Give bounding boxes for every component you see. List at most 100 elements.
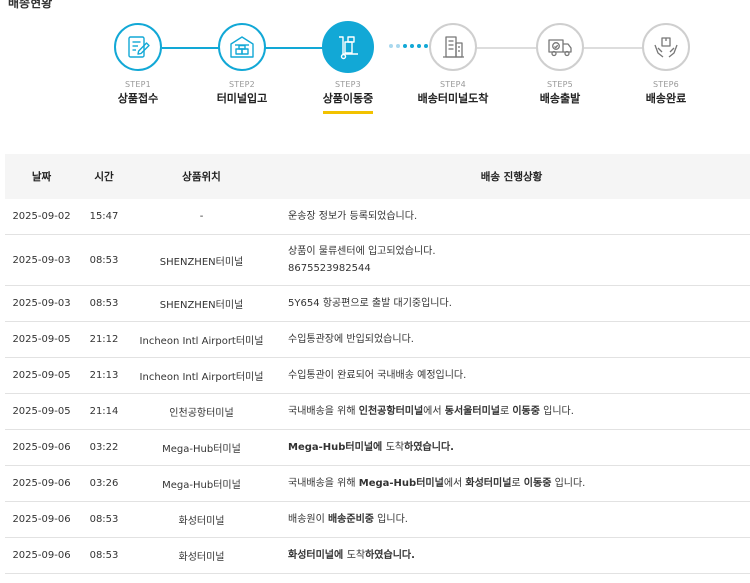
step-2-circle <box>218 23 266 71</box>
row-time: 15:47 <box>78 199 130 235</box>
row-time: 21:14 <box>78 393 130 430</box>
table-row: 2025-09-03 08:53 SHENZHEN터미널 상품이 물류센터에 입고되었… <box>5 234 750 286</box>
step-5: STEP5 배송출발 <box>510 23 610 106</box>
row-time: 08:53 <box>78 501 130 538</box>
step-6-circle <box>642 23 690 71</box>
row-time: 08:53 <box>78 285 130 322</box>
status-text-part: 배송원이 <box>288 514 328 525</box>
row-location: Mega-Hub터미널 <box>130 429 273 466</box>
step-2: STEP2 터미널입고 <box>192 23 292 106</box>
status-text-part: 입니다. <box>551 478 586 489</box>
row-status: 화성터미널에 도착하였습니다. <box>273 537 750 574</box>
row-date: 2025-09-03 <box>5 234 78 286</box>
header-date: 날짜 <box>5 154 78 199</box>
tracking-rows: 2025-09-02 15:47- 운송장 정보가 등록되었습니다. 2025-09-… <box>5 199 750 574</box>
header-location: 상품위치 <box>130 154 273 199</box>
document-pen-icon <box>128 36 150 58</box>
row-location: SHENZHEN터미널 <box>130 285 273 322</box>
step-1: STEP1 상품접수 <box>88 23 188 106</box>
status-text: 운송장 정보가 등록되었습니다. <box>288 211 418 222</box>
table-row: 2025-09-05 21:12 Incheon Intl Airport터미널 수입… <box>5 321 750 358</box>
delivery-truck-icon <box>548 39 572 57</box>
row-date: 2025-09-06 <box>5 501 78 538</box>
row-time: 08:53 <box>78 234 130 286</box>
status-text-part: 화성터미널 <box>465 478 512 489</box>
tracking-number: 8675523982544 <box>288 263 371 274</box>
status-text-part: 배송준비중 <box>327 514 374 525</box>
row-status: 수입통관이 완료되어 국내배송 예정입니다. <box>273 357 750 394</box>
row-time: 21:12 <box>78 321 130 358</box>
step-2-number: STEP2 <box>229 80 255 89</box>
status-text-part: 이동중 <box>512 406 540 417</box>
status-text-part: 동서울터미널 <box>444 406 500 417</box>
row-time: 03:22 <box>78 429 130 466</box>
step-3-number: STEP3 <box>335 80 361 89</box>
table-row: 2025-09-06 03:26 Mega-Hub터미널 국내배송을 위해 Mega-… <box>5 465 750 502</box>
hands-package-icon <box>654 37 678 58</box>
step-1-label: 상품접수 <box>117 92 159 105</box>
step-4-label: 배송터미널도착 <box>417 92 489 105</box>
table-row: 2025-09-03 08:53 SHENZHEN터미널 5Y654 항공편으로 출발… <box>5 285 750 322</box>
table-row: 2025-09-05 21:13 Incheon Intl Airport터미널 수입… <box>5 357 750 394</box>
status-text-part: 로 <box>499 406 513 417</box>
header-status: 배송 진행상황 <box>273 154 750 199</box>
header-time: 시간 <box>78 154 130 199</box>
row-location: 화성터미널 <box>130 537 273 574</box>
status-text-part: 로 <box>511 478 524 489</box>
status-text-part: 이동중 <box>523 478 552 489</box>
row-location: 인천공항터미널 <box>130 393 273 430</box>
status-text-part: 도착 <box>385 442 405 453</box>
status-text-part: 국내배송을 위해 <box>288 478 359 489</box>
step-5-label: 배송출발 <box>539 92 581 105</box>
row-status: 상품이 물류센터에 입고되었습니다. 8675523982544 <box>273 234 750 286</box>
row-time: 08:53 <box>78 537 130 574</box>
step-6-number: STEP6 <box>653 80 679 89</box>
step-1-number: STEP1 <box>125 80 151 89</box>
status-text-part: 하였습니다. <box>404 442 454 453</box>
step-3: STEP3 상품이동중 <box>298 21 398 114</box>
step-6: STEP6 배송완료 <box>616 23 716 106</box>
row-status: 국내배송을 위해 인천공항터미널에서 동서울터미널로 이동중 입니다. <box>273 393 750 430</box>
status-text-part: 입니다. <box>539 406 574 417</box>
status-text-part: 에서 <box>443 478 466 489</box>
row-date: 2025-09-05 <box>5 321 78 358</box>
status-text-part: 인천공항터미널 <box>358 406 424 417</box>
table-header-row: 날짜 시간 상품위치 배송 진행상황 <box>5 154 750 199</box>
current-step-underline <box>323 111 373 114</box>
status-text-part: 에 <box>373 442 386 453</box>
table-row: 2025-09-06 03:22 Mega-Hub터미널 Mega-Hub터미널에 도… <box>5 429 750 466</box>
table-row: 2025-09-06 08:53 화성터미널 화성터미널에 도착하였습니다. <box>5 537 750 574</box>
row-date: 2025-09-06 <box>5 465 78 502</box>
row-status: 배송원이 배송준비중 입니다. <box>273 501 750 538</box>
step-2-label: 터미널입고 <box>216 92 268 105</box>
tracking-history-table: 날짜 시간 상품위치 배송 진행상황 2025-09-02 15:47- 운송장 정… <box>5 154 750 574</box>
status-text-part: 입니다. <box>373 514 408 525</box>
table-row: 2025-09-06 08:53 화성터미널 배송원이 배송준비중 입니다. <box>5 501 750 538</box>
step-3-circle <box>322 21 374 73</box>
status-text: 수입통관이 완료되어 국내배송 예정입니다. <box>288 370 467 381</box>
step-5-circle <box>536 23 584 71</box>
warehouse-icon <box>230 36 254 58</box>
step-4-circle <box>429 23 477 71</box>
status-text: 수입통관장에 반입되었습니다. <box>288 334 414 345</box>
table-row: 2025-09-05 21:14 인천공항터미널 국내배송을 위해 인천공항터미널에서… <box>5 393 750 430</box>
step-4: STEP4 배송터미널도착 <box>403 23 503 106</box>
status-text-part: 하였습니다. <box>365 550 415 561</box>
row-location: 화성터미널 <box>130 501 273 538</box>
row-location: Mega-Hub터미널 <box>130 465 273 502</box>
status-text-part: Mega-Hub터미널 <box>358 478 444 489</box>
status-text-part: Mega-Hub터미널 <box>288 442 374 453</box>
row-time: 03:26 <box>78 465 130 502</box>
step-1-circle <box>114 23 162 71</box>
row-location: SHENZHEN터미널 <box>130 234 273 286</box>
step-6-label: 배송완료 <box>645 92 687 105</box>
row-date: 2025-09-02 <box>5 199 78 235</box>
status-text: 상품이 물류센터에 입고되었습니다. <box>288 246 436 257</box>
row-date: 2025-09-06 <box>5 537 78 574</box>
table-row: 2025-09-02 15:47- 운송장 정보가 등록되었습니다. <box>5 199 750 235</box>
row-location: Incheon Intl Airport터미널 <box>130 321 273 358</box>
row-status: 수입통관장에 반입되었습니다. <box>273 321 750 358</box>
row-date: 2025-09-05 <box>5 357 78 394</box>
hand-truck-icon <box>339 36 358 60</box>
step-3-label: 상품이동중 <box>322 92 374 105</box>
